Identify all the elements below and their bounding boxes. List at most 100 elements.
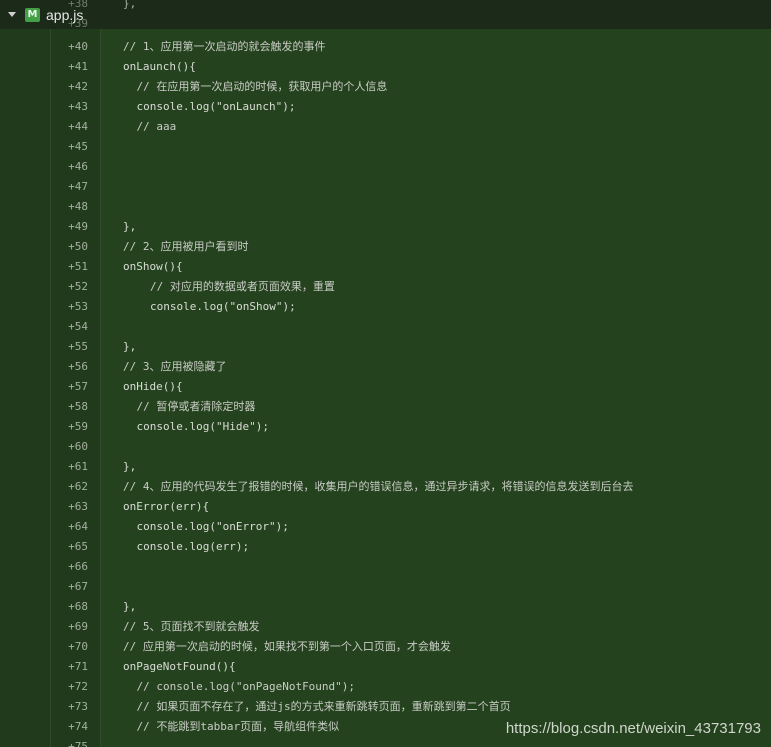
line-number: +67 <box>68 580 88 593</box>
code-line: +57 onHide(){ <box>0 377 771 397</box>
code-line: +56 // 3、应用被隐藏了 <box>0 357 771 377</box>
line-number: +71 <box>68 660 88 673</box>
file-header[interactable]: M app.js <box>0 0 771 29</box>
code-text: onPageNotFound(){ <box>123 660 236 673</box>
code-line: +70 // 应用第一次启动的时候，如果找不到第一个入口页面，才会触发 <box>0 637 771 657</box>
line-number: +50 <box>68 240 88 253</box>
code-line: +53 console.log("onShow"); <box>0 297 771 317</box>
code-line: +75 <box>0 737 771 747</box>
code-line: +64 console.log("onError"); <box>0 517 771 537</box>
line-number: +44 <box>68 120 88 133</box>
code-comment: // 在应用第一次启动的时候，获取用户的个人信息 <box>136 80 388 93</box>
code-text: }, <box>123 340 137 353</box>
line-number: +46 <box>68 160 88 173</box>
code-line: +52 // 对应用的数据或者页面效果，重置 <box>0 277 771 297</box>
diff-viewer: +38 }, M app.js +39 +40 // 1、应用第一次启动的就会触发… <box>0 0 771 747</box>
code-line: +62 // 4、应用的代码发生了报错的时候，收集用户的错误信息，通过异步请求，将… <box>0 477 771 497</box>
line-number: +63 <box>68 500 88 513</box>
code-lines: +40 // 1、应用第一次启动的就会触发的事件 +41 onLaunch(){ +42… <box>0 37 771 747</box>
code-line: +46 <box>0 157 771 177</box>
line-number: +70 <box>68 640 88 653</box>
code-comment: // console.log("onPageNotFound"); <box>136 680 356 693</box>
code-line: +54 <box>0 317 771 337</box>
line-number: +42 <box>68 80 88 93</box>
line-number: +54 <box>68 320 88 333</box>
code-line: +42 // 在应用第一次启动的时候，获取用户的个人信息 <box>0 77 771 97</box>
line-number: +53 <box>68 300 88 313</box>
code-comment: // 不能跳到tabbar页面，导航组件类似 <box>136 720 340 733</box>
line-number: +40 <box>68 40 88 53</box>
code-line: +63 onError(err){ <box>0 497 771 517</box>
code-line: +69 // 5、页面找不到就会触发 <box>0 617 771 637</box>
line-number: +43 <box>68 100 88 113</box>
code-line: +41 onLaunch(){ <box>0 57 771 77</box>
line-number: +48 <box>68 200 88 213</box>
code-text: onHide(){ <box>123 380 183 393</box>
line-number: +45 <box>68 140 88 153</box>
prev-line-code: }, <box>123 0 137 10</box>
line-number: +57 <box>68 380 88 393</box>
code-line: +66 <box>0 557 771 577</box>
line-number: +51 <box>68 260 88 273</box>
peek-line-number: +39 <box>68 17 88 30</box>
line-number: +41 <box>68 60 88 73</box>
code-comment: // 4、应用的代码发生了报错的时候，收集用户的错误信息，通过异步请求，将错误的… <box>123 480 634 493</box>
code-comment: // 对应用的数据或者页面效果，重置 <box>150 280 335 293</box>
code-line: +67 <box>0 577 771 597</box>
code-comment: // 应用第一次启动的时候，如果找不到第一个入口页面，才会触发 <box>123 640 451 653</box>
code-line: +50 // 2、应用被用户看到时 <box>0 237 771 257</box>
line-number: +74 <box>68 720 88 733</box>
code-line: +68}, <box>0 597 771 617</box>
prev-line-number: +38 <box>68 0 88 10</box>
watermark: https://blog.csdn.net/weixin_43731793 <box>505 720 761 737</box>
code-comment: // 1、应用第一次启动的就会触发的事件 <box>123 40 326 53</box>
code-line: +73 // 如果页面不存在了，通过js的方式来重新跳转页面，重新跳到第二个首页 <box>0 697 771 717</box>
line-number: +60 <box>68 440 88 453</box>
code-line: +65 console.log(err); <box>0 537 771 557</box>
code-text: onLaunch(){ <box>123 60 196 73</box>
code-line: +45 <box>0 137 771 157</box>
line-number: +66 <box>68 560 88 573</box>
code-comment: // 2、应用被用户看到时 <box>123 240 249 253</box>
line-number: +49 <box>68 220 88 233</box>
line-number: +58 <box>68 400 88 413</box>
code-comment: // 暂停或者清除定时器 <box>136 400 256 413</box>
code-text: onShow(){ <box>123 260 183 273</box>
line-number: +72 <box>68 680 88 693</box>
code-line: +51 onShow(){ <box>0 257 771 277</box>
code-line: +48 <box>0 197 771 217</box>
line-number: +52 <box>68 280 88 293</box>
code-line: +43 console.log("onLaunch"); <box>0 97 771 117</box>
code-text: }, <box>123 600 137 613</box>
code-text: console.log("Hide"); <box>136 420 269 433</box>
code-text: console.log("onShow"); <box>150 300 296 313</box>
code-text: console.log("onLaunch"); <box>136 100 296 113</box>
code-line: +72 // console.log("onPageNotFound"); <box>0 677 771 697</box>
code-text: console.log("onError"); <box>136 520 289 533</box>
code-text: }, <box>123 460 137 473</box>
line-number: +55 <box>68 340 88 353</box>
code-text: console.log(err); <box>136 540 250 553</box>
line-number: +61 <box>68 460 88 473</box>
code-line: +44 // aaa <box>0 117 771 137</box>
line-number: +56 <box>68 360 88 373</box>
line-number: +65 <box>68 540 88 553</box>
code-comment: // aaa <box>136 120 177 133</box>
line-number: +75 <box>68 740 88 747</box>
code-line: +59 console.log("Hide"); <box>0 417 771 437</box>
code-comment: // 如果页面不存在了，通过js的方式来重新跳转页面，重新跳到第二个首页 <box>136 700 511 713</box>
line-number: +59 <box>68 420 88 433</box>
line-number: +68 <box>68 600 88 613</box>
code-text: onError(err){ <box>123 500 210 513</box>
code-comment: // 5、页面找不到就会触发 <box>123 620 260 633</box>
line-number: +62 <box>68 480 88 493</box>
code-line: +55}, <box>0 337 771 357</box>
code-line: +40 // 1、应用第一次启动的就会触发的事件 <box>0 37 771 57</box>
code-line: +71 onPageNotFound(){ <box>0 657 771 677</box>
line-number: +69 <box>68 620 88 633</box>
line-number: +47 <box>68 180 88 193</box>
code-line: +58 // 暂停或者清除定时器 <box>0 397 771 417</box>
code-line: +60 <box>0 437 771 457</box>
line-number: +64 <box>68 520 88 533</box>
code-line: +47 <box>0 177 771 197</box>
